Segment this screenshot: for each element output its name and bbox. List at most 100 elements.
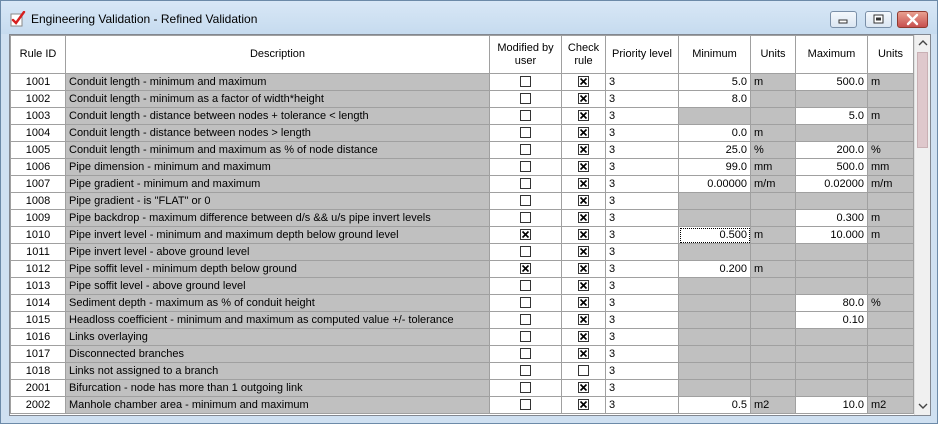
minimum-value-cell[interactable]: 5.0 xyxy=(678,73,751,91)
title-bar[interactable]: Engineering Validation - Refined Validat… xyxy=(1,1,937,34)
minimum-value-cell[interactable]: 0.5 xyxy=(678,396,751,414)
modified-by-user-checkbox[interactable] xyxy=(520,76,531,88)
table-row[interactable]: 1003 Conduit length - distance between no… xyxy=(10,107,914,125)
check-rule-checkbox[interactable] xyxy=(578,314,589,326)
modified-by-user-checkbox[interactable] xyxy=(520,365,531,377)
minimum-value-cell[interactable]: 25.0 xyxy=(678,141,751,159)
table-row[interactable]: 1014 Sediment depth - maximum as % of con… xyxy=(10,294,914,312)
maximum-value-cell[interactable]: 80.0 xyxy=(795,294,868,312)
modified-by-user-checkbox[interactable] xyxy=(520,229,531,241)
close-button[interactable] xyxy=(897,11,928,28)
maximum-value-cell[interactable]: 500.0 xyxy=(795,73,868,91)
priority-level-cell[interactable]: 3 xyxy=(605,175,679,193)
check-rule-checkbox[interactable] xyxy=(578,246,589,258)
table-row[interactable]: 2002 Manhole chamber area - minimum and m… xyxy=(10,396,914,414)
vertical-scrollbar[interactable] xyxy=(914,35,930,415)
check-rule-checkbox[interactable] xyxy=(578,93,589,105)
priority-level-cell[interactable]: 3 xyxy=(605,124,679,142)
check-rule-checkbox[interactable] xyxy=(578,178,589,190)
priority-level-cell[interactable]: 3 xyxy=(605,379,679,397)
check-rule-checkbox[interactable] xyxy=(578,195,589,207)
column-header-description[interactable]: Description xyxy=(65,35,490,74)
priority-level-cell[interactable]: 3 xyxy=(605,158,679,176)
check-rule-checkbox[interactable] xyxy=(578,161,589,173)
check-rule-checkbox[interactable] xyxy=(578,229,589,241)
priority-level-cell[interactable]: 3 xyxy=(605,294,679,312)
maximum-value-cell[interactable]: 0.300 xyxy=(795,209,868,227)
check-rule-checkbox[interactable] xyxy=(578,127,589,139)
table-row[interactable]: 1012 Pipe soffit level - minimum depth be… xyxy=(10,260,914,278)
column-header-priority-level[interactable]: Priority level xyxy=(605,35,679,74)
table-row[interactable]: 1017 Disconnected branches 3 xyxy=(10,345,914,363)
table-row[interactable]: 1009 Pipe backdrop - maximum difference b… xyxy=(10,209,914,227)
modified-by-user-checkbox[interactable] xyxy=(520,93,531,105)
table-row[interactable]: 1011 Pipe invert level - above ground lev… xyxy=(10,243,914,261)
minimize-button[interactable] xyxy=(830,11,857,28)
modified-by-user-checkbox[interactable] xyxy=(520,382,531,394)
table-row[interactable]: 1013 Pipe soffit level - above ground lev… xyxy=(10,277,914,295)
chevron-down-icon[interactable] xyxy=(918,401,928,411)
table-row[interactable]: 1008 Pipe gradient - is "FLAT" or 0 3 xyxy=(10,192,914,210)
column-header-max-units[interactable]: Units xyxy=(867,35,914,74)
check-rule-checkbox[interactable] xyxy=(578,348,589,360)
priority-level-cell[interactable]: 3 xyxy=(605,345,679,363)
check-rule-checkbox[interactable] xyxy=(578,382,589,394)
check-rule-checkbox[interactable] xyxy=(578,399,589,411)
table-row[interactable]: 1016 Links overlaying 3 xyxy=(10,328,914,346)
check-rule-checkbox[interactable] xyxy=(578,263,589,275)
table-row[interactable]: 2001 Bifurcation - node has more than 1 o… xyxy=(10,379,914,397)
minimum-value-cell[interactable]: 99.0 xyxy=(678,158,751,176)
modified-by-user-checkbox[interactable] xyxy=(520,246,531,258)
priority-level-cell[interactable]: 3 xyxy=(605,107,679,125)
modified-by-user-checkbox[interactable] xyxy=(520,127,531,139)
maximum-value-cell[interactable]: 0.02000 xyxy=(795,175,868,193)
column-header-maximum[interactable]: Maximum xyxy=(795,35,868,74)
maximum-value-cell[interactable]: 10.000 xyxy=(795,226,868,244)
priority-level-cell[interactable]: 3 xyxy=(605,192,679,210)
priority-level-cell[interactable]: 3 xyxy=(605,243,679,261)
table-row[interactable]: 1005 Conduit length - minimum and maximum… xyxy=(10,141,914,159)
check-rule-checkbox[interactable] xyxy=(578,365,589,377)
table-row[interactable]: 1015 Headloss coefficient - minimum and m… xyxy=(10,311,914,329)
maximize-button[interactable] xyxy=(865,11,892,28)
priority-level-cell[interactable]: 3 xyxy=(605,141,679,159)
priority-level-cell[interactable]: 3 xyxy=(605,362,679,380)
priority-level-cell[interactable]: 3 xyxy=(605,226,679,244)
modified-by-user-checkbox[interactable] xyxy=(520,263,531,275)
check-rule-checkbox[interactable] xyxy=(578,144,589,156)
priority-level-cell[interactable]: 3 xyxy=(605,311,679,329)
modified-by-user-checkbox[interactable] xyxy=(520,195,531,207)
priority-level-cell[interactable]: 3 xyxy=(605,260,679,278)
maximum-value-cell[interactable]: 0.10 xyxy=(795,311,868,329)
table-row[interactable]: 1018 Links not assigned to a branch 3 xyxy=(10,362,914,380)
column-header-rule-id[interactable]: Rule ID xyxy=(10,35,66,74)
column-header-check-rule[interactable]: Check rule xyxy=(561,35,606,74)
modified-by-user-checkbox[interactable] xyxy=(520,297,531,309)
modified-by-user-checkbox[interactable] xyxy=(520,280,531,292)
minimum-value-cell[interactable]: 8.0 xyxy=(678,90,751,108)
minimum-value-cell[interactable]: 0.200 xyxy=(678,260,751,278)
modified-by-user-checkbox[interactable] xyxy=(520,212,531,224)
chevron-up-icon[interactable] xyxy=(918,38,928,48)
check-rule-checkbox[interactable] xyxy=(578,331,589,343)
modified-by-user-checkbox[interactable] xyxy=(520,399,531,411)
column-header-modified-by-user[interactable]: Modified by user xyxy=(489,35,562,74)
minimum-value-cell[interactable]: 0.500 xyxy=(678,226,751,244)
column-header-min-units[interactable]: Units xyxy=(750,35,796,74)
modified-by-user-checkbox[interactable] xyxy=(520,110,531,122)
check-rule-checkbox[interactable] xyxy=(578,76,589,88)
check-rule-checkbox[interactable] xyxy=(578,297,589,309)
priority-level-cell[interactable]: 3 xyxy=(605,328,679,346)
minimum-value-cell[interactable]: 0.0 xyxy=(678,124,751,142)
maximum-value-cell[interactable]: 200.0 xyxy=(795,141,868,159)
priority-level-cell[interactable]: 3 xyxy=(605,277,679,295)
table-row[interactable]: 1010 Pipe invert level - minimum and maxi… xyxy=(10,226,914,244)
modified-by-user-checkbox[interactable] xyxy=(520,314,531,326)
column-header-minimum[interactable]: Minimum xyxy=(678,35,751,74)
priority-level-cell[interactable]: 3 xyxy=(605,90,679,108)
check-rule-checkbox[interactable] xyxy=(578,212,589,224)
modified-by-user-checkbox[interactable] xyxy=(520,178,531,190)
table-row[interactable]: 1007 Pipe gradient - minimum and maximum 3… xyxy=(10,175,914,193)
table-row[interactable]: 1004 Conduit length - distance between no… xyxy=(10,124,914,142)
modified-by-user-checkbox[interactable] xyxy=(520,144,531,156)
